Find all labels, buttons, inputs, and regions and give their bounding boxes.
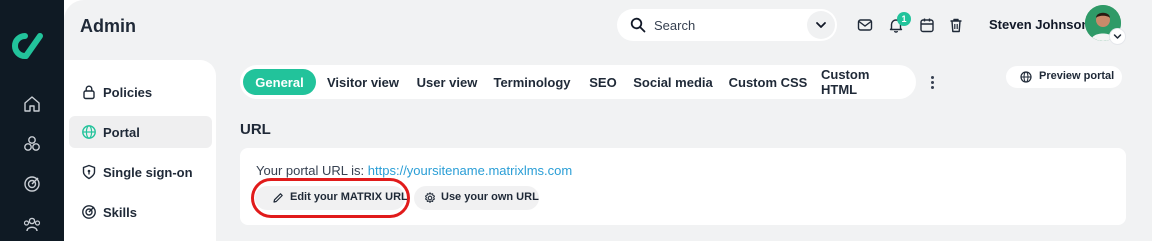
portal-url-prefix: Your portal URL is:: [256, 163, 365, 178]
globe-icon: [1020, 71, 1032, 83]
notification-badge: 1: [897, 12, 911, 26]
use-own-url-label: Use your own URL: [441, 191, 539, 203]
calendar-icon[interactable]: [918, 16, 936, 34]
use-own-url-button[interactable]: Use your own URL: [414, 186, 539, 210]
sidebar-item-skills[interactable]: Skills: [69, 196, 212, 228]
tab-social-media[interactable]: Social media: [631, 69, 715, 95]
gear-icon: [425, 192, 435, 203]
search-icon: [630, 17, 646, 33]
shield-icon: [82, 164, 96, 180]
target-icon: [82, 205, 96, 219]
search-input[interactable]: Search: [654, 18, 695, 33]
sidebar-item-label: Single sign-on: [103, 165, 193, 180]
tab-seo[interactable]: SEO: [584, 69, 622, 95]
users-icon[interactable]: [20, 212, 44, 236]
settings-sidebar: Policies Portal Single sign-on Skills: [64, 60, 216, 241]
mail-icon[interactable]: [856, 16, 874, 34]
annotation-highlight-ring: [251, 178, 410, 218]
section-title: URL: [240, 121, 271, 138]
user-name[interactable]: Steven Johnson: [989, 17, 1089, 32]
account-menu-chevron-icon[interactable]: [1110, 29, 1125, 44]
app-rail: [0, 0, 64, 241]
page-title: Admin: [80, 16, 136, 36]
search-box[interactable]: Search: [617, 9, 837, 41]
matrix-logo-icon[interactable]: [10, 30, 46, 62]
tab-user-view[interactable]: User view: [413, 69, 481, 95]
kebab-icon[interactable]: [926, 72, 938, 92]
settings-tabs: General Visitor view User view Terminolo…: [240, 65, 916, 99]
tab-custom-html[interactable]: Custom HTML: [821, 67, 909, 97]
sidebar-item-portal[interactable]: Portal: [69, 116, 212, 148]
preview-portal-label: Preview portal: [1039, 70, 1115, 82]
tab-custom-css[interactable]: Custom CSS: [727, 69, 809, 95]
globe-icon: [82, 125, 96, 139]
sidebar-item-label: Portal: [103, 125, 140, 140]
sidebar-item-single-sign-on[interactable]: Single sign-on: [69, 156, 212, 188]
search-dropdown-button[interactable]: [807, 11, 835, 39]
preview-portal-button[interactable]: Preview portal: [1006, 66, 1122, 88]
target-icon[interactable]: [20, 172, 44, 196]
sidebar-item-policies[interactable]: Policies: [69, 76, 212, 108]
chevron-down-icon: [816, 22, 826, 28]
trash-icon[interactable]: [947, 16, 965, 34]
portal-url-line: Your portal URL is: https://yoursitename…: [256, 163, 572, 178]
home-icon[interactable]: [20, 92, 44, 116]
tab-general[interactable]: General: [243, 69, 316, 95]
portal-url-link[interactable]: https://yoursitename.matrixlms.com: [368, 163, 572, 178]
sidebar-item-label: Policies: [103, 85, 153, 100]
tab-visitor-view[interactable]: Visitor view: [324, 69, 402, 95]
sidebar-item-label: Skills: [103, 205, 137, 220]
tab-terminology[interactable]: Terminology: [491, 69, 573, 95]
courses-icon[interactable]: [20, 132, 44, 156]
lock-icon: [83, 85, 95, 100]
